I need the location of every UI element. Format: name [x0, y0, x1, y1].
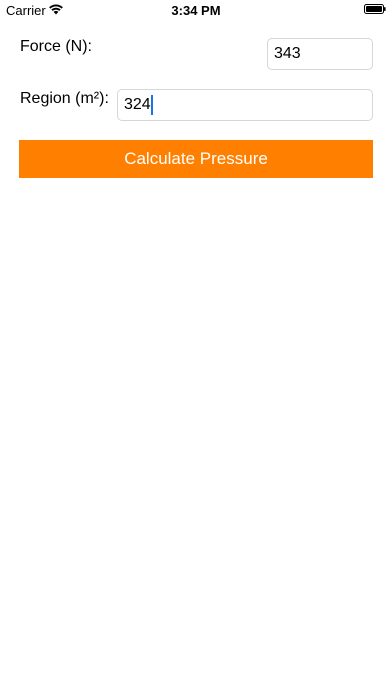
- calculate-pressure-button[interactable]: Calculate Pressure: [19, 140, 373, 178]
- region-field[interactable]: 324: [117, 89, 373, 121]
- force-field[interactable]: [267, 38, 373, 70]
- app-screen: Carrier 3:34 PM Force (N): Region (m²): …: [0, 0, 392, 696]
- battery-icon: [364, 4, 386, 14]
- status-bar: Carrier 3:34 PM: [0, 0, 392, 22]
- status-time: 3:34 PM: [171, 3, 221, 18]
- force-label: Force (N):: [20, 38, 92, 55]
- force-input[interactable]: [274, 45, 366, 63]
- region-label: Region (m²):: [20, 90, 109, 107]
- region-value[interactable]: 324: [124, 96, 151, 114]
- text-caret: [150, 95, 153, 115]
